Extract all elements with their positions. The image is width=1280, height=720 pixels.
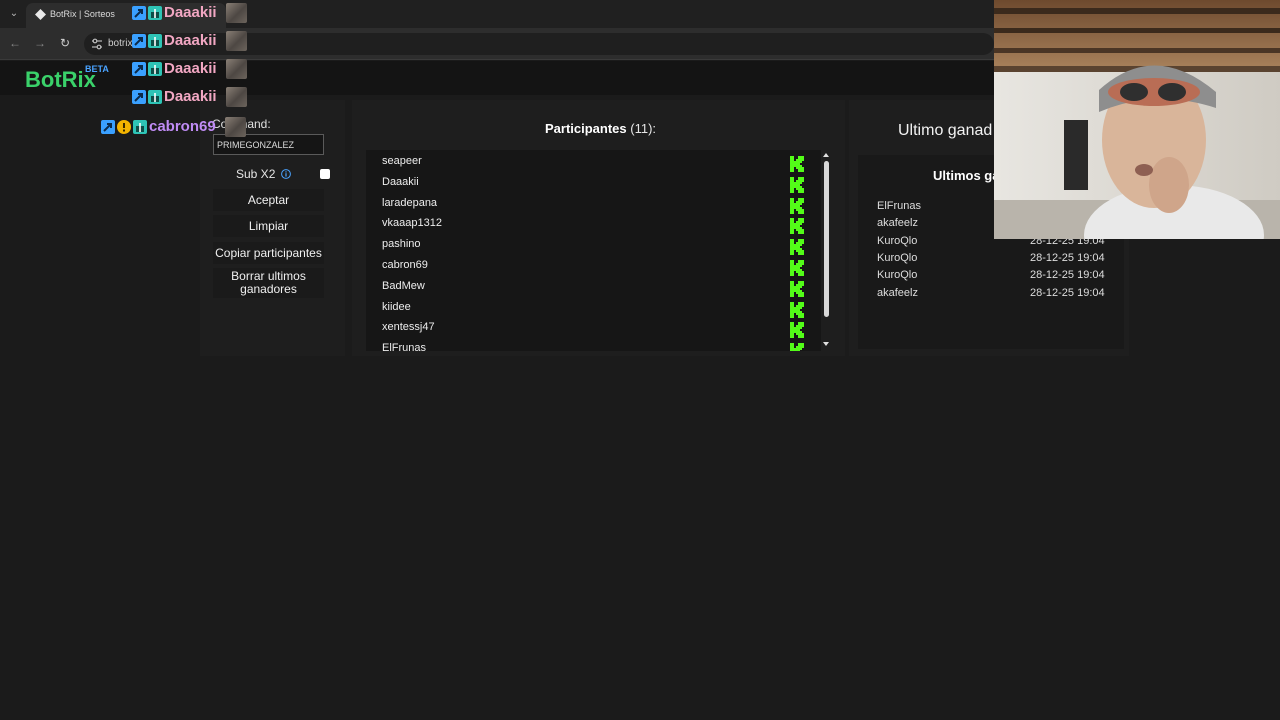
- botrix-favicon-icon: [35, 9, 46, 20]
- back-arrow-icon[interactable]: ←: [7, 35, 23, 51]
- gift-badge-icon: [148, 90, 162, 104]
- chat-username: Daaakii: [164, 60, 217, 77]
- winner-name: KuroQlo: [877, 269, 918, 282]
- kick-icon: [790, 176, 804, 193]
- beta-badge: BETA: [85, 64, 109, 74]
- kick-icon: [790, 343, 804, 351]
- participant-name: pashino: [382, 238, 421, 251]
- kick-icon: [790, 301, 804, 318]
- clear-button[interactable]: Limpiar: [213, 215, 324, 237]
- participants-list[interactable]: seapeer Daaakii laradepana vkaaap1312 pashin…: [366, 150, 821, 351]
- winner-date: 28-12-25 19:04: [1030, 286, 1105, 299]
- chat-username: cabron69: [149, 118, 216, 135]
- winner-name: akafeelz: [877, 217, 918, 230]
- forward-arrow-icon[interactable]: →: [32, 35, 48, 51]
- kick-icon: [790, 280, 804, 297]
- reload-icon[interactable]: ↻: [57, 35, 73, 51]
- participant-name: ElFrunas: [382, 342, 427, 351]
- kick-icon: [790, 197, 804, 214]
- scroll-up-arrow-icon[interactable]: [821, 151, 831, 159]
- tab-title: BotRix | Sorteos: [50, 9, 115, 19]
- chat-username: Daaakii: [164, 4, 217, 21]
- participant-name: Daaakii: [382, 175, 419, 188]
- winner-date: 28-12-25 19:04: [1030, 269, 1105, 282]
- emote-image: [226, 87, 247, 107]
- winner-name: ElFrunas: [877, 200, 922, 212]
- kick-icon: [790, 156, 804, 172]
- participant-name: cabron69: [382, 259, 428, 271]
- participants-title: Participantes (11):: [545, 121, 656, 136]
- tab-search-chevron-icon[interactable]: ⌄: [5, 6, 23, 22]
- participant-name: laradepana: [382, 196, 438, 209]
- chat-username: Daaakii: [164, 32, 217, 49]
- gift-badge-icon: [133, 120, 147, 134]
- sub-badge-icon: [101, 120, 115, 134]
- sub-badge-icon: [132, 6, 146, 20]
- participants-count: (11):: [630, 121, 657, 136]
- winner-name: KuroQlo: [877, 234, 918, 247]
- kick-icon: [790, 260, 804, 276]
- participant-name: xentessj47: [382, 321, 435, 334]
- webcam-overlay: [994, 0, 1280, 239]
- list-scrollbar-thumb[interactable]: [824, 161, 829, 317]
- gift-badge-icon: [148, 6, 162, 20]
- emote-image: [226, 31, 247, 51]
- kick-icon: [790, 239, 804, 256]
- url-text: botrix: [108, 38, 133, 49]
- emote-image: [225, 117, 246, 137]
- copy-participants-button[interactable]: Copiar participantes: [213, 242, 324, 264]
- alert-badge-icon: [117, 120, 131, 134]
- site-info-icon[interactable]: [90, 37, 104, 51]
- last-winner-title: Ultimo ganad: [898, 122, 993, 139]
- participants-title-text: Participantes: [545, 121, 627, 136]
- participant-name: kiidee: [382, 300, 411, 313]
- winner-date: 28-12-25 19:04: [1030, 251, 1105, 264]
- address-bar[interactable]: botrix: [84, 33, 994, 55]
- winner-name: KuroQlo: [877, 251, 918, 264]
- chat-username: Daaakii: [164, 88, 217, 105]
- webcam-image: [994, 0, 1280, 239]
- delete-last-winners-button[interactable]: Borrar ultimos ganadores: [213, 268, 324, 298]
- gift-badge-icon: [148, 34, 162, 48]
- command-input[interactable]: [213, 134, 324, 155]
- kick-icon: [790, 218, 804, 235]
- emote-image: [226, 59, 247, 79]
- accept-button[interactable]: Aceptar: [213, 189, 324, 211]
- scroll-down-arrow-icon[interactable]: [821, 340, 831, 348]
- participant-name: vkaaap1312: [382, 217, 442, 230]
- delete-button-line-2: ganadores: [240, 282, 297, 296]
- sub-x2-checkbox[interactable]: [320, 169, 330, 179]
- sub-badge-icon: [132, 62, 146, 76]
- info-icon[interactable]: [281, 169, 291, 179]
- sub-badge-icon: [132, 90, 146, 104]
- participant-name: BadMew: [382, 279, 425, 292]
- sub-multiplier-label: Sub X2: [236, 167, 276, 181]
- gift-badge-icon: [148, 62, 162, 76]
- winner-name: akafeelz: [877, 286, 918, 299]
- participant-name: seapeer: [382, 155, 422, 167]
- kick-icon: [790, 322, 804, 339]
- sub-badge-icon: [132, 34, 146, 48]
- last-winners-title: Ultimos ga: [933, 168, 1000, 183]
- emote-image: [226, 3, 247, 23]
